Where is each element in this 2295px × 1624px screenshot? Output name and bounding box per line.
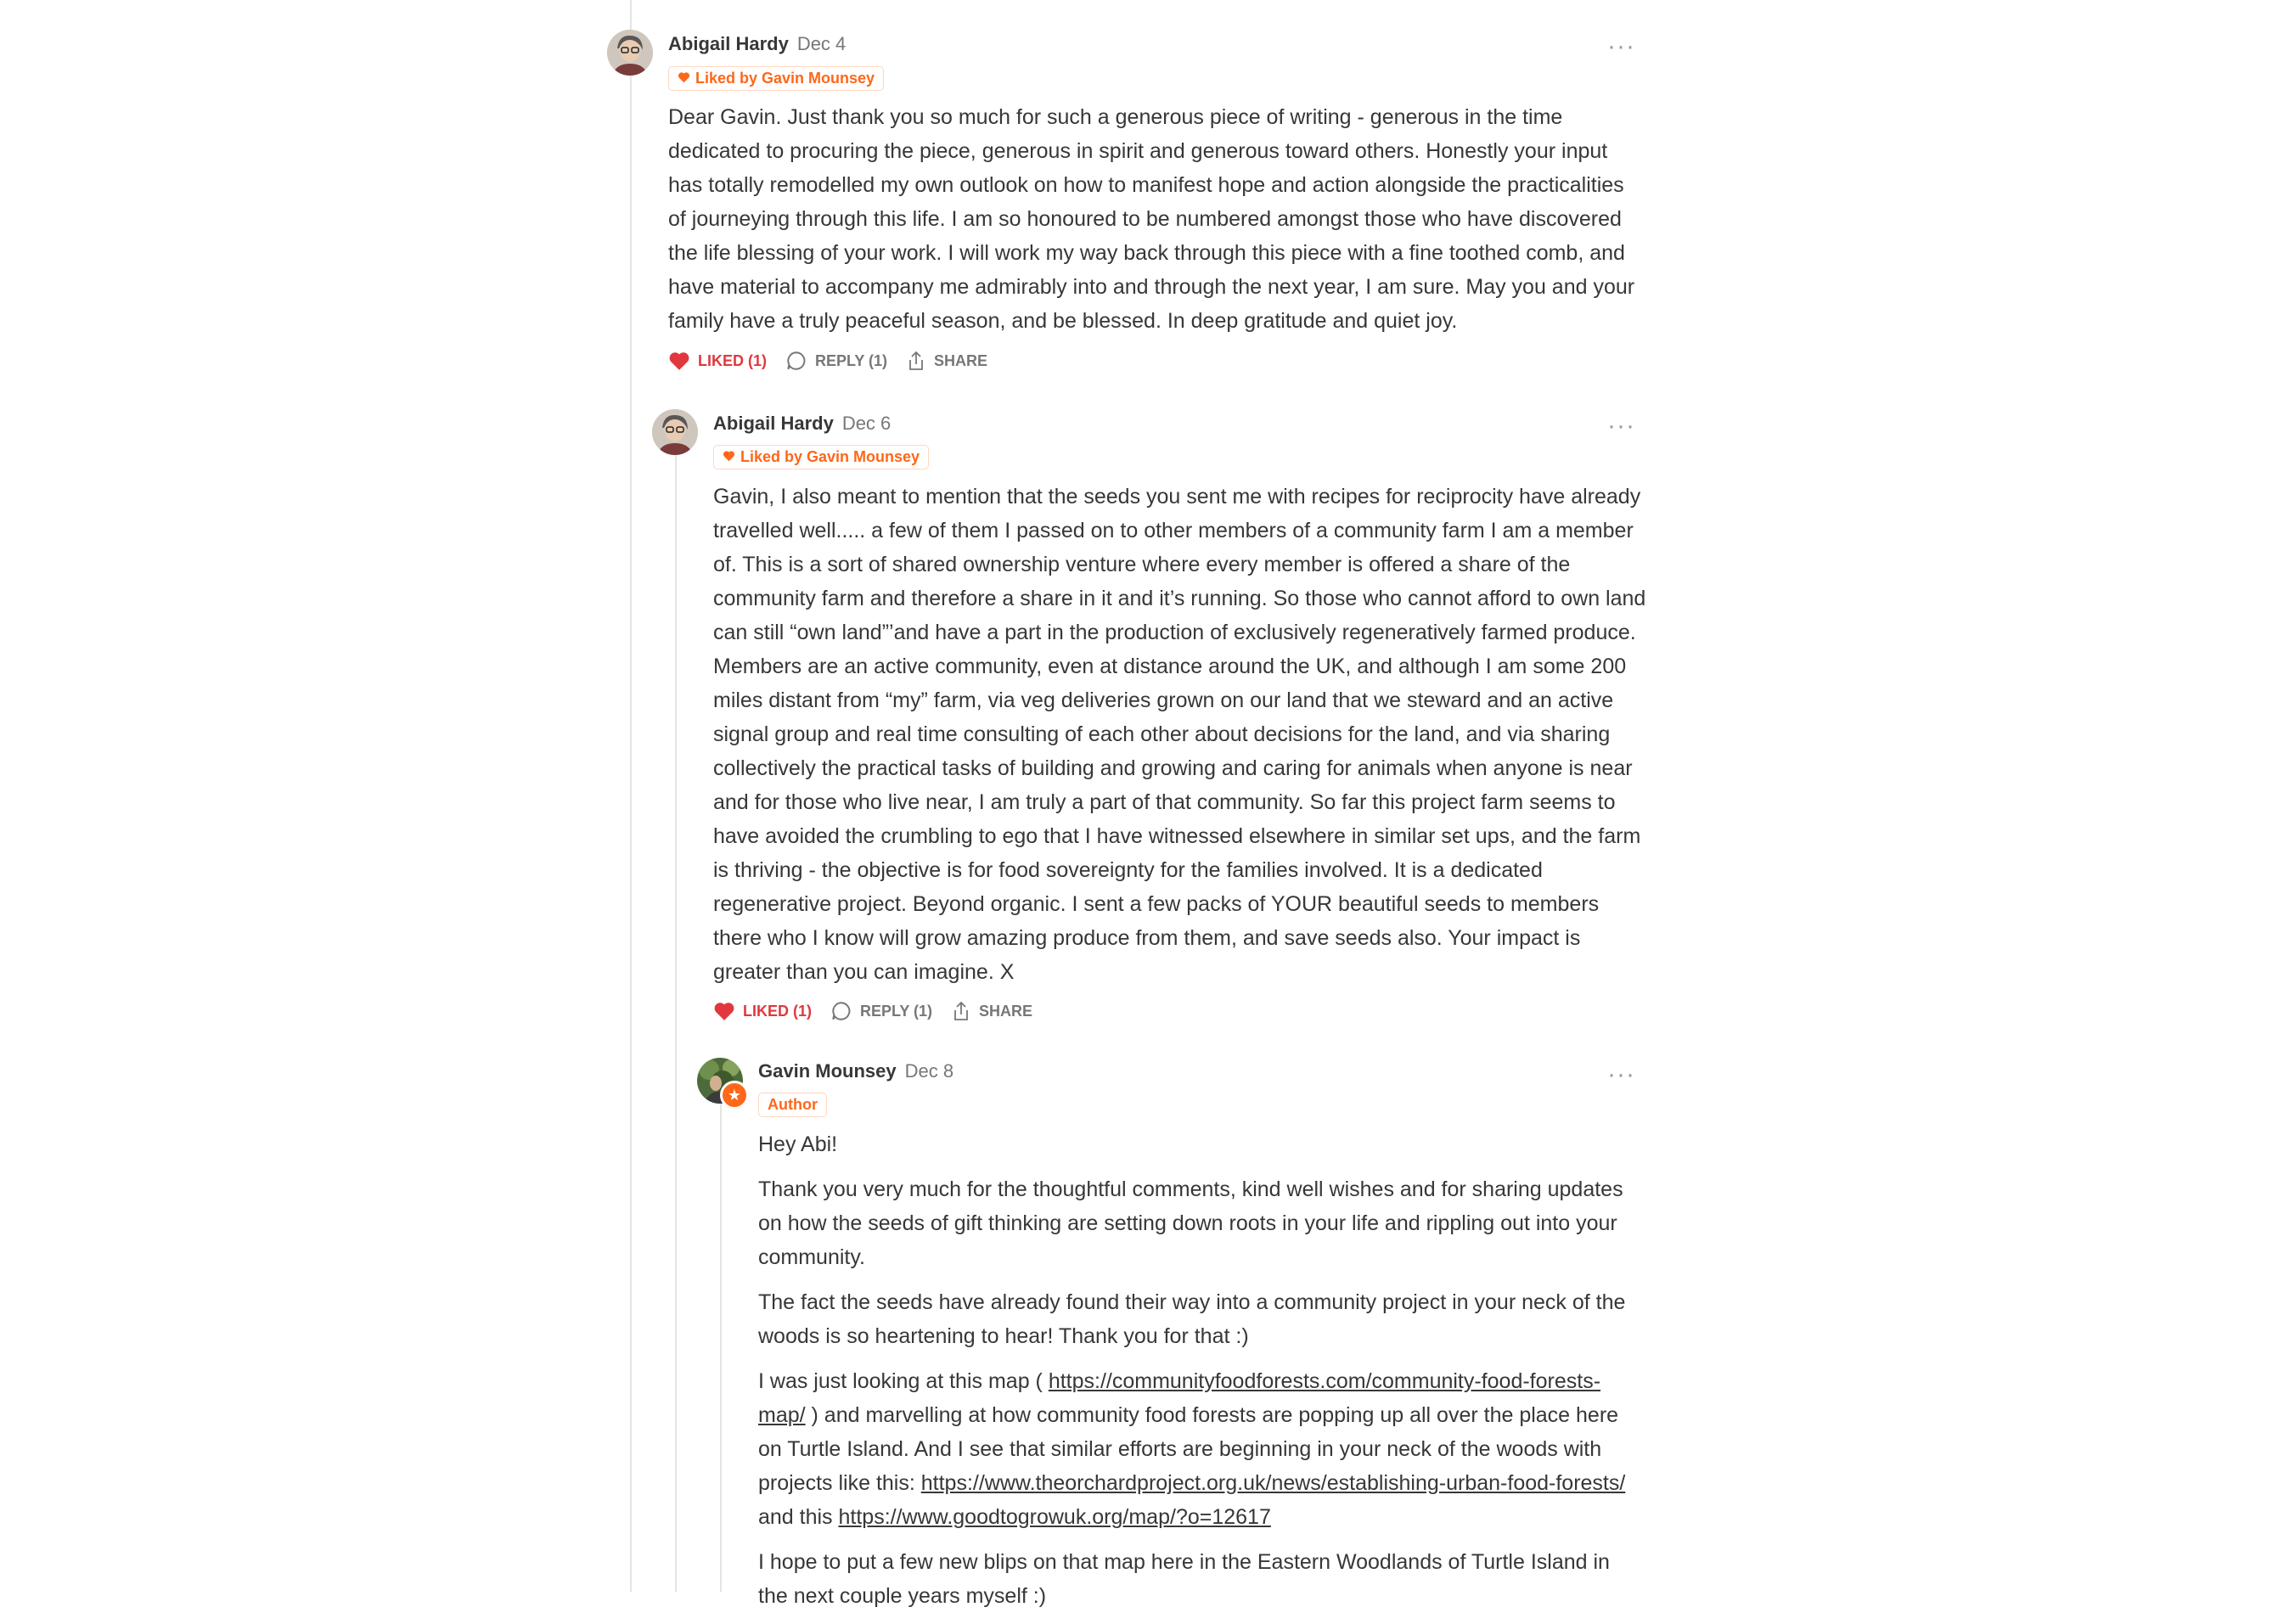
avatar-image: [607, 30, 653, 76]
orchard-project-link[interactable]: https://www.theorchardproject.org.uk/new…: [921, 1471, 1626, 1495]
comment-text: Hey Abi!: [758, 1132, 838, 1156]
avatar[interactable]: [652, 409, 698, 455]
comment-header: Abigail Hardy Dec 4: [668, 33, 846, 55]
author-name[interactable]: Abigail Hardy: [713, 413, 834, 434]
like-label: LIKED (1): [743, 1002, 812, 1020]
liked-by-badge: Liked by Gavin Mounsey: [668, 66, 885, 91]
comment-date[interactable]: Dec 8: [905, 1060, 953, 1082]
comment-text: I hope to put a few new blips on that ma…: [758, 1550, 1610, 1608]
author-badge: Author: [758, 1093, 827, 1117]
like-button[interactable]: LIKED (1): [713, 1001, 812, 1021]
reply-button[interactable]: REPLY (1): [830, 1000, 932, 1022]
badge-label: Author: [768, 1096, 818, 1113]
more-options-button[interactable]: ···: [1607, 34, 1635, 59]
heart-icon: [723, 448, 735, 466]
good-to-grow-link[interactable]: https://www.goodtogrowuk.org/map/?o=1261…: [839, 1505, 1271, 1529]
author-name[interactable]: Abigail Hardy: [668, 33, 789, 54]
thread-line-reply: [675, 450, 677, 1592]
comment-body: Dear Gavin. Just thank you so much for s…: [668, 100, 1645, 349]
author-name[interactable]: Gavin Mounsey: [758, 1060, 897, 1082]
ellipsis-icon: ···: [1607, 32, 1635, 60]
share-button[interactable]: SHARE: [906, 350, 987, 372]
heart-icon: [678, 70, 690, 87]
comment-body: Gavin, I also meant to mention that the …: [713, 480, 1647, 1000]
speech-bubble-icon: [832, 1002, 851, 1020]
share-label: SHARE: [979, 1002, 1033, 1020]
avatar[interactable]: [607, 30, 653, 76]
comment-actions: LIKED (1) REPLY (1) SHARE: [713, 1000, 1032, 1022]
text-segment: I was just looking at this map (: [758, 1369, 1049, 1393]
comment-text: Gavin, I also meant to mention that the …: [713, 485, 1646, 984]
thread-line-outer: [630, 0, 632, 1592]
text-segment: and this: [758, 1505, 839, 1529]
comment-header: Abigail Hardy Dec 6: [713, 413, 891, 435]
share-icon: [954, 1001, 968, 1020]
comment-date[interactable]: Dec 6: [842, 413, 891, 434]
badge-label: Liked by Gavin Mounsey: [740, 448, 920, 465]
share-button[interactable]: SHARE: [951, 1000, 1032, 1022]
comment-body: Hey Abi! Thank you very much for the tho…: [758, 1127, 1637, 1624]
avatar-image: [652, 409, 698, 455]
star-icon: ★: [720, 1081, 749, 1110]
badge-label: Liked by Gavin Mounsey: [695, 70, 875, 87]
comment-actions: LIKED (1) REPLY (1) SHARE: [668, 350, 987, 372]
share-label: SHARE: [934, 351, 988, 369]
ellipsis-icon: ···: [1607, 412, 1635, 440]
thread-line-nested-reply: [720, 1104, 722, 1592]
speech-bubble-icon: [787, 351, 806, 370]
comment-text: I was just looking at this map ( https:/…: [758, 1364, 1637, 1534]
reply-button[interactable]: REPLY (1): [785, 350, 887, 372]
heart-icon: [669, 352, 689, 370]
comment-text: The fact the seeds have already found th…: [758, 1290, 1626, 1348]
reply-label: REPLY (1): [815, 351, 888, 369]
comment-text: Dear Gavin. Just thank you so much for s…: [668, 105, 1635, 333]
more-options-button[interactable]: ···: [1607, 413, 1635, 439]
like-label: LIKED (1): [698, 351, 767, 369]
reply-label: REPLY (1): [860, 1002, 933, 1020]
more-options-button[interactable]: ···: [1607, 1062, 1635, 1087]
share-icon: [909, 351, 923, 370]
ellipsis-icon: ···: [1607, 1060, 1635, 1088]
like-button[interactable]: LIKED (1): [668, 351, 767, 371]
heart-icon: [714, 1003, 734, 1020]
comment-text: Thank you very much for the thoughtful c…: [758, 1177, 1623, 1269]
liked-by-badge: Liked by Gavin Mounsey: [713, 445, 930, 469]
comment-header: Gavin Mounsey Dec 8: [758, 1060, 953, 1082]
comment-date[interactable]: Dec 4: [797, 33, 846, 54]
